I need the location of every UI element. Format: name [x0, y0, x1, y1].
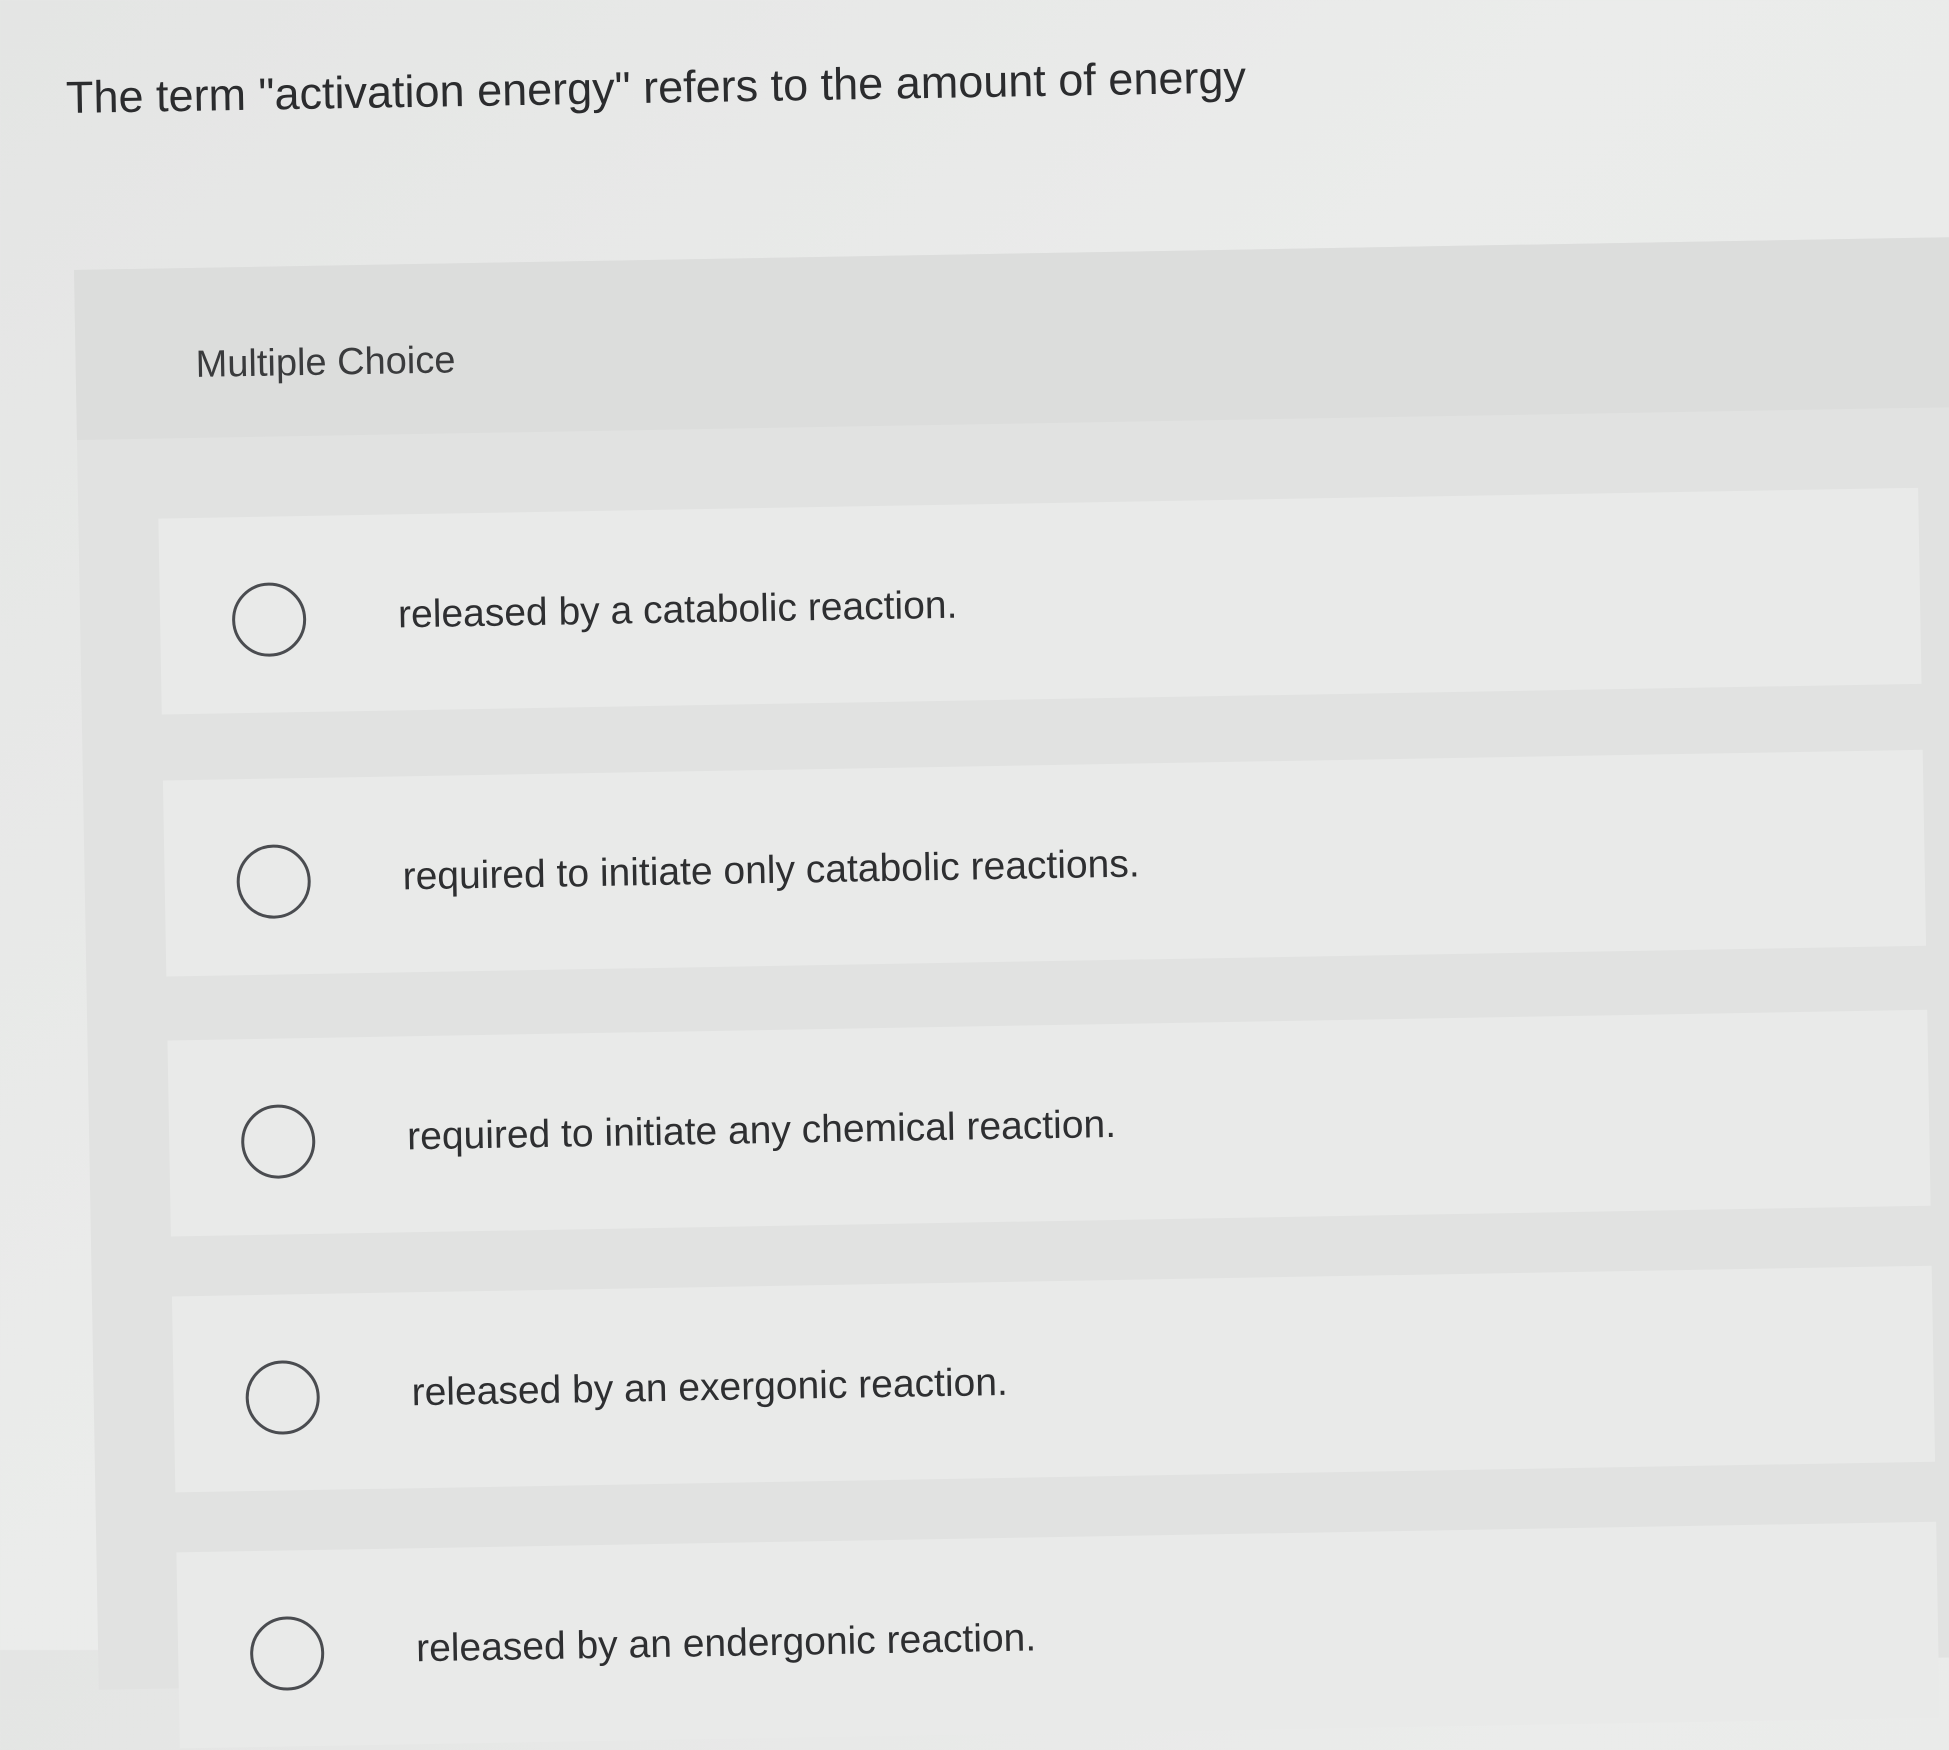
answer-option-label: required to initiate any chemical reacti…	[406, 1102, 1117, 1159]
answer-option-label: released by a catabolic reaction.	[397, 583, 958, 637]
answer-option[interactable]: required to initiate only catabolic reac…	[162, 749, 1927, 977]
answer-panel: Multiple Choice released by a catabolic …	[74, 236, 1949, 1749]
answer-option-label: released by an endergonic reaction.	[415, 1616, 1037, 1671]
question-type-label: Multiple Choice	[195, 339, 456, 386]
answer-option[interactable]: released by a catabolic reaction.	[158, 487, 1922, 715]
question-type-header: Multiple Choice	[74, 236, 1949, 440]
radio-button-icon[interactable]	[236, 843, 312, 920]
answer-option[interactable]: required to initiate any chemical reacti…	[167, 1009, 1931, 1237]
answer-option[interactable]: released by an exergonic reaction.	[171, 1265, 1936, 1493]
answer-option[interactable]: released by an endergonic reaction.	[176, 1521, 1940, 1749]
radio-button-icon[interactable]	[249, 1615, 325, 1692]
radio-button-icon[interactable]	[245, 1359, 321, 1436]
question-text: The term "activation energy" refers to t…	[65, 51, 1247, 123]
radio-button-icon[interactable]	[240, 1103, 316, 1180]
answer-option-label: released by an exergonic reaction.	[411, 1360, 1009, 1415]
answer-option-label: required to initiate only catabolic reac…	[402, 842, 1140, 899]
radio-button-icon[interactable]	[231, 582, 307, 658]
